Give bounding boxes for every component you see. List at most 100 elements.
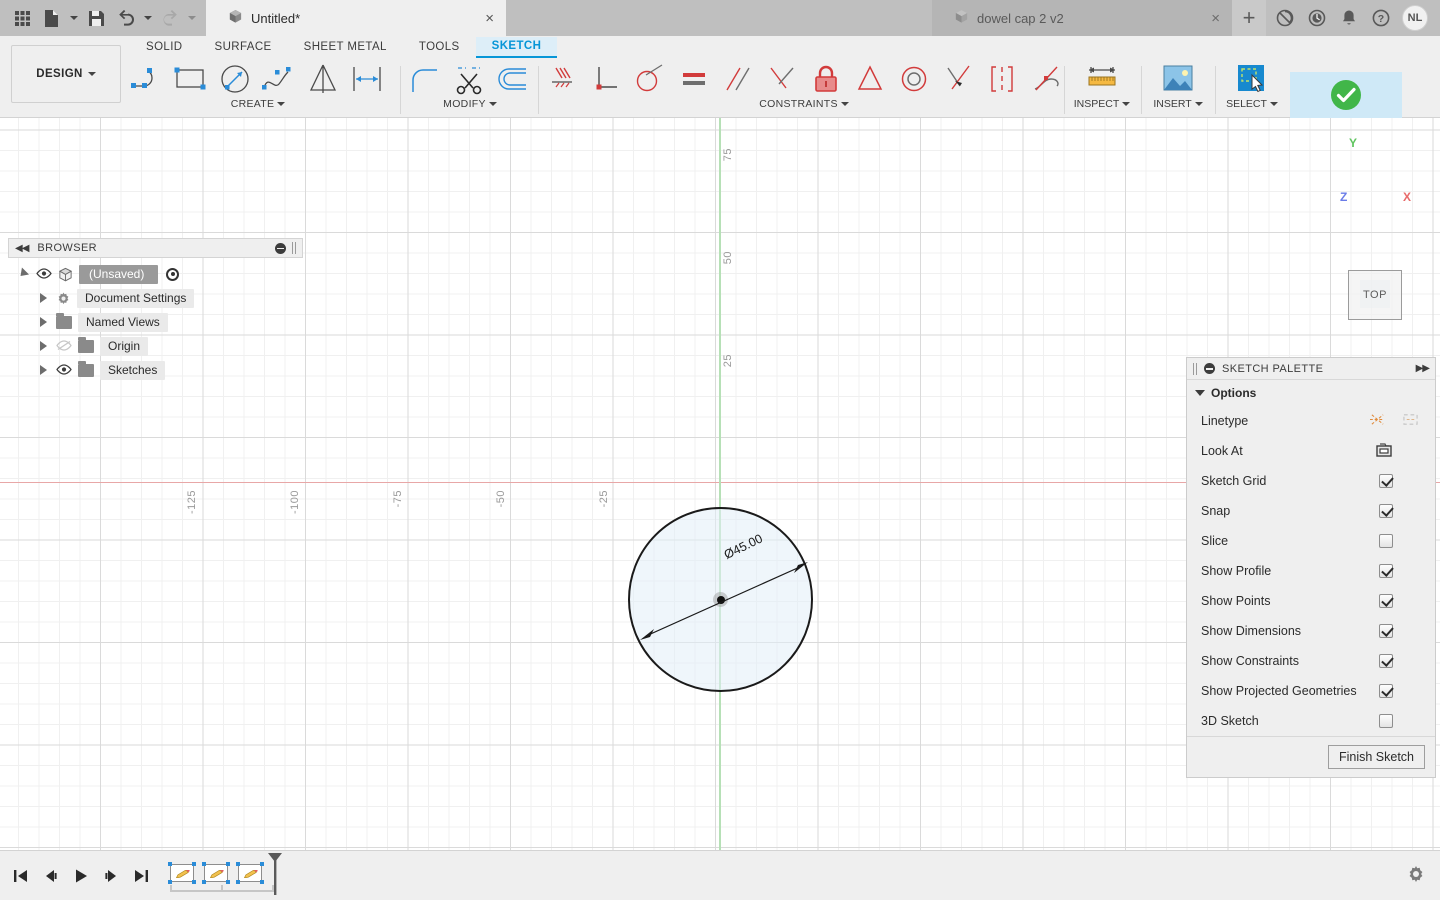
fillet-tool[interactable] xyxy=(404,58,448,100)
go-to-beginning-icon[interactable] xyxy=(8,863,34,889)
select-group[interactable]: SELECT xyxy=(1220,58,1284,118)
close-icon[interactable]: × xyxy=(1187,11,1220,26)
help-icon[interactable]: ? xyxy=(1370,7,1392,29)
expand-triangle-icon[interactable] xyxy=(38,316,50,328)
sketch-palette-header[interactable]: SKETCH PALETTE ▶▶ xyxy=(1187,358,1435,380)
visibility-eye-icon[interactable] xyxy=(36,268,52,280)
spline-tool[interactable] xyxy=(258,58,302,100)
snap-checkbox[interactable] xyxy=(1379,504,1393,518)
constraint-symmetry-icon[interactable] xyxy=(848,58,892,100)
offset-tool[interactable] xyxy=(492,58,536,100)
browser-item-sketches[interactable]: Sketches xyxy=(8,358,303,382)
avatar[interactable]: NL xyxy=(1402,5,1428,31)
tab-solid[interactable]: SOLID xyxy=(130,38,199,57)
finish-sketch-button[interactable]: Finish Sketch xyxy=(1327,745,1425,769)
step-forward-icon[interactable] xyxy=(98,863,124,889)
expand-triangle-icon[interactable] xyxy=(18,268,30,280)
sketch-dimension-tool[interactable] xyxy=(346,58,390,100)
construction-linetype-icon[interactable] xyxy=(1369,412,1386,430)
diameter-dimension-line[interactable] xyxy=(638,558,810,644)
line-tool[interactable] xyxy=(126,58,170,100)
new-tab-button[interactable]: + xyxy=(1232,0,1266,36)
recent-icon[interactable] xyxy=(1306,7,1328,29)
viewcube[interactable]: TOP xyxy=(1348,270,1402,320)
expand-triangle-icon[interactable] xyxy=(38,292,50,304)
panel-grip-icon[interactable] xyxy=(292,242,296,254)
palette-row-linetype: Linetype xyxy=(1187,406,1435,436)
sketch-canvas[interactable]: -125 -100 -75 -50 -25 75 50 25 Ø45.00 TO… xyxy=(0,118,1440,850)
activate-component-icon[interactable] xyxy=(166,267,180,281)
timeline-marker[interactable] xyxy=(262,852,286,897)
look-at-icon[interactable] xyxy=(1375,442,1393,461)
slice-checkbox[interactable] xyxy=(1379,534,1393,548)
insert-group[interactable]: INSERT xyxy=(1146,58,1210,118)
constraint-coincident-icon[interactable] xyxy=(760,58,804,100)
mirror-tool[interactable] xyxy=(302,58,346,100)
timeline-feature[interactable] xyxy=(166,861,200,887)
trim-tool[interactable] xyxy=(448,58,492,100)
browser-item-named-views[interactable]: Named Views xyxy=(8,310,303,334)
settings-gear-icon[interactable] xyxy=(1406,864,1440,887)
show-profile-checkbox[interactable] xyxy=(1379,564,1393,578)
constraint-fix-icon[interactable] xyxy=(540,58,584,100)
workspace-switcher[interactable]: DESIGN xyxy=(11,45,121,103)
minimize-icon[interactable] xyxy=(275,242,286,254)
sketch-grid-checkbox[interactable] xyxy=(1379,474,1393,488)
centerline-linetype-icon[interactable] xyxy=(1402,412,1419,430)
undo-icon[interactable] xyxy=(112,3,140,33)
document-tab-inactive[interactable]: dowel cap 2 v2 × xyxy=(932,0,1232,36)
close-icon[interactable]: × xyxy=(461,11,494,26)
browser-item-document-settings[interactable]: Document Settings xyxy=(8,286,303,310)
job-status-icon[interactable] xyxy=(1274,7,1296,29)
show-constraints-checkbox[interactable] xyxy=(1379,654,1393,668)
visibility-eye-icon[interactable] xyxy=(56,364,72,376)
constraint-parallel-icon[interactable] xyxy=(716,58,760,100)
timeline-feature[interactable] xyxy=(200,861,234,887)
step-back-icon[interactable] xyxy=(38,863,64,889)
tab-sketch[interactable]: SKETCH xyxy=(475,36,558,58)
notifications-bell-icon[interactable] xyxy=(1338,7,1360,29)
y-ruler-label: 50 xyxy=(722,251,734,265)
play-icon[interactable] xyxy=(68,863,94,889)
redo-dropdown-caret[interactable] xyxy=(186,3,198,33)
redo-icon[interactable] xyxy=(156,3,184,33)
constraint-equal-icon[interactable] xyxy=(672,58,716,100)
go-to-end-icon[interactable] xyxy=(128,863,154,889)
constraint-tangent-icon[interactable] xyxy=(628,58,672,100)
expand-icon[interactable]: ▶▶ xyxy=(1416,363,1430,374)
show-projected-geometries-checkbox[interactable] xyxy=(1379,684,1393,698)
grid-menu-icon[interactable] xyxy=(8,3,36,33)
file-dropdown-caret[interactable] xyxy=(68,3,80,33)
undo-dropdown-caret[interactable] xyxy=(142,3,154,33)
tab-tools[interactable]: TOOLS xyxy=(403,38,476,57)
inspect-group[interactable]: INSPECT xyxy=(1070,58,1134,118)
constraint-concentric-icon[interactable] xyxy=(892,58,936,100)
browser-item-unsaved[interactable]: (Unsaved) xyxy=(8,262,303,286)
tab-sheet-metal[interactable]: SHEET METAL xyxy=(288,38,403,57)
constraint-lock-icon[interactable] xyxy=(804,58,848,100)
palette-options-section-header[interactable]: Options xyxy=(1187,380,1435,406)
visibility-eye-off-icon[interactable] xyxy=(56,340,72,352)
tab-surface[interactable]: SURFACE xyxy=(199,38,288,57)
folder-icon xyxy=(78,336,94,353)
expand-triangle-icon[interactable] xyxy=(38,364,50,376)
minimize-icon[interactable] xyxy=(1204,363,1215,374)
show-points-checkbox[interactable] xyxy=(1379,594,1393,608)
collapse-icon[interactable]: ◀◀ xyxy=(15,243,29,254)
constraint-collinear-icon[interactable] xyxy=(980,58,1024,100)
show-dimensions-checkbox[interactable] xyxy=(1379,624,1393,638)
file-icon[interactable] xyxy=(38,3,66,33)
expand-triangle-icon[interactable] xyxy=(38,340,50,352)
palette-footer: Finish Sketch xyxy=(1187,736,1435,777)
constraint-midpoint-icon[interactable] xyxy=(936,58,980,100)
browser-header[interactable]: ◀◀ BROWSER xyxy=(8,238,303,258)
browser-item-origin[interactable]: Origin xyxy=(8,334,303,358)
save-icon[interactable] xyxy=(82,3,110,33)
document-tab-active[interactable]: Untitled* × xyxy=(206,0,506,36)
constraint-curvature-icon[interactable] xyxy=(1024,58,1068,100)
rectangle-tool[interactable] xyxy=(170,58,214,100)
3d-sketch-checkbox[interactable] xyxy=(1379,714,1393,728)
constraint-perpendicular-icon[interactable] xyxy=(584,58,628,100)
panel-grip-icon[interactable] xyxy=(1193,362,1197,375)
circle-tool[interactable] xyxy=(214,58,258,100)
